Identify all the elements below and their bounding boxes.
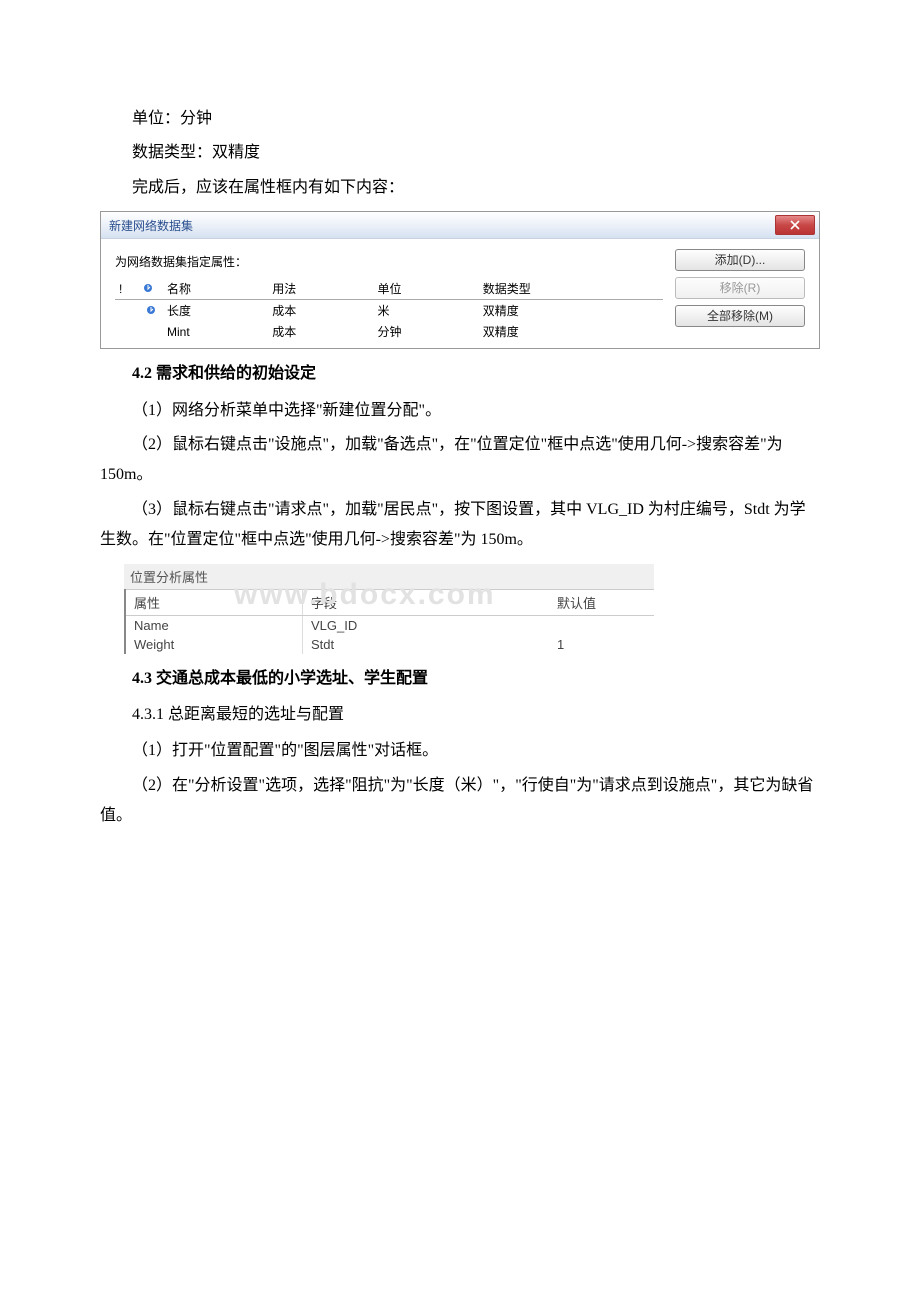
cell-unit: 米 — [374, 300, 479, 322]
dialog-subtitle: 为网络数据集指定属性： — [115, 253, 663, 270]
panel-table: 属性 字段 默认值 Name VLG_ID Weight Stdt 1 — [124, 589, 654, 654]
paragraph-431-2: （2）在"分析设置"选项，选择"阻抗"为"长度（米）"，"行使自"为"请求点到设… — [100, 771, 820, 832]
panel-cell-default — [549, 615, 654, 635]
panel-col-default: 默认值 — [549, 589, 654, 615]
paragraph-datatype: 数据类型：双精度 — [100, 138, 820, 168]
cell-name: Mint — [163, 321, 268, 342]
subheading-4-3-1: 4.3.1 总距离最短的选址与配置 — [100, 700, 820, 730]
paragraph-intro: 完成后，应该在属性框内有如下内容： — [100, 173, 820, 203]
col-unit: 单位 — [374, 278, 479, 300]
panel-title: 位置分析属性 — [124, 564, 654, 589]
cell-usage: 成本 — [268, 300, 373, 322]
dialog-titlebar: 新建网络数据集 — [101, 212, 819, 239]
cell-dtype: 双精度 — [479, 300, 663, 322]
panel-row[interactable]: Name VLG_ID — [125, 615, 654, 635]
paragraph-431-1: （1）打开"位置配置"的"图层属性"对话框。 — [100, 736, 820, 766]
paragraph-step1: （1）网络分析菜单中选择"新建位置分配"。 — [100, 396, 820, 426]
panel-cell-attr: Name — [125, 615, 303, 635]
location-analysis-panel: www.bdocx.com 位置分析属性 属性 字段 默认值 Name VLG_… — [124, 564, 654, 654]
remove-all-button[interactable]: 全部移除(M) — [675, 305, 805, 327]
panel-cell-field: VLG_ID — [303, 615, 550, 635]
default-marker-icon — [143, 282, 153, 296]
col-datatype: 数据类型 — [479, 278, 663, 300]
cell-dtype: 双精度 — [479, 321, 663, 342]
panel-col-field: 字段 — [303, 589, 550, 615]
panel-cell-attr: Weight — [125, 635, 303, 654]
panel-cell-field: Stdt — [303, 635, 550, 654]
remove-button[interactable]: 移除(R) — [675, 277, 805, 299]
new-network-dataset-dialog: 新建网络数据集 为网络数据集指定属性： ! — [100, 211, 820, 349]
col-usage: 用法 — [268, 278, 373, 300]
cell-usage: 成本 — [268, 321, 373, 342]
panel-cell-default: 1 — [549, 635, 654, 654]
panel-col-attr: 属性 — [125, 589, 303, 615]
add-button[interactable]: 添加(D)... — [675, 249, 805, 271]
col-name: 名称 — [163, 278, 268, 300]
default-marker-icon — [146, 304, 156, 318]
cell-unit: 分钟 — [374, 321, 479, 342]
heading-4-3: 4.3 交通总成本最低的小学选址、学生配置 — [100, 664, 820, 694]
table-row[interactable]: 长度 成本 米 双精度 — [115, 300, 663, 322]
table-header-row: ! 名称 用法 单位 数据类型 — [115, 278, 663, 300]
close-button[interactable] — [775, 215, 815, 235]
table-row[interactable]: Mint 成本 分钟 双精度 — [115, 321, 663, 342]
col-warning: ! — [115, 278, 139, 300]
cell-name: 长度 — [163, 300, 268, 322]
col-default-icon — [139, 278, 163, 300]
close-icon — [790, 220, 800, 230]
paragraph-step2: （2）鼠标右键点击"设施点"，加载"备选点"，在"位置定位"框中点选"使用几何-… — [100, 430, 820, 491]
attributes-table: ! 名称 用法 单位 数据类型 — [115, 278, 663, 342]
panel-header-row: 属性 字段 默认值 — [125, 589, 654, 615]
dialog-title: 新建网络数据集 — [109, 219, 193, 233]
panel-row[interactable]: Weight Stdt 1 — [125, 635, 654, 654]
paragraph-step3: （3）鼠标右键点击"请求点"，加载"居民点"，按下图设置，其中 VLG_ID 为… — [100, 495, 820, 556]
paragraph-unit: 单位：分钟 — [100, 104, 820, 134]
heading-4-2: 4.2 需求和供给的初始设定 — [100, 359, 820, 389]
